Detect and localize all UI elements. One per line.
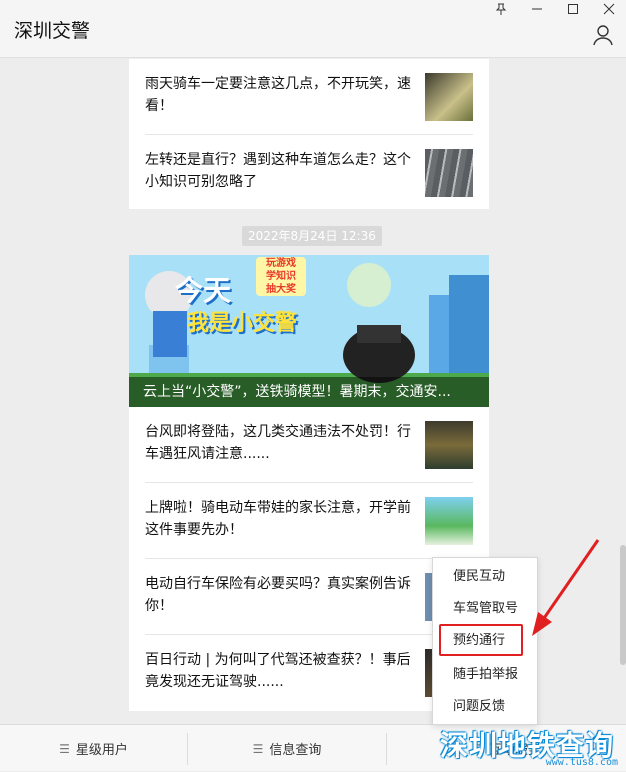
hero-badge-line: 抽大奖 <box>266 284 296 295</box>
article-item[interactable]: 上牌啦！骑电动车带娃的家长注意，开学前这件事要先办！ <box>145 483 473 559</box>
title-bar: 深圳交警 <box>0 0 626 58</box>
pin-icon[interactable] <box>494 2 508 16</box>
article-item[interactable]: 左转还是直行？遇到这种车道怎么走？这个小知识可别忽略了 <box>145 135 473 211</box>
window-controls <box>494 2 616 16</box>
menu-item-convenience[interactable]: 便民互动 <box>433 562 539 592</box>
article-item[interactable]: 电动自行车保险有必要买吗？真实案例告诉你！ <box>145 559 473 635</box>
article-title: 上牌啦！骑电动车带娃的家长注意，开学前这件事要先办！ <box>145 500 411 538</box>
hero-badge-line: 玩游戏 <box>266 258 296 269</box>
close-icon[interactable] <box>602 2 616 16</box>
article-title: 电动自行车保险有必要买吗？真实案例告诉你！ <box>145 576 411 614</box>
menu-icon: ☰ <box>472 741 483 756</box>
article-thumbnail <box>425 73 473 121</box>
article-thumbnail <box>425 497 473 545</box>
scrollbar[interactable] <box>620 545 626 665</box>
timestamp: 2022年8月24日 12:36 <box>242 226 382 246</box>
hero-badge-line: 学知识 <box>266 271 296 282</box>
hero-badge: 玩游戏 学知识 抽大奖 <box>256 257 306 296</box>
hero-headline-line1: 今天 <box>175 274 232 307</box>
hero-headline-line2: 我是小交警 <box>187 311 298 336</box>
article-item[interactable]: 雨天骑车一定要注意这几点，不开玩笑，速看！ <box>145 59 473 135</box>
menu-item-feedback[interactable]: 问题反馈 <box>433 692 539 722</box>
tab-star-user[interactable]: ☰ 星级用户 <box>0 725 187 772</box>
article-title: 百日行动 | 为何叫了代驾还被查获？！事后竟发现还无证驾驶...... <box>145 652 411 690</box>
hero-caption: 云上当“小交警”，送铁骑模型！暑期末，交通安... <box>129 377 489 407</box>
menu-icon: ☰ <box>252 741 264 756</box>
tab-label: 信息查询 <box>269 743 322 758</box>
article-thumbnail <box>425 149 473 197</box>
menu-item-vehicle-queue[interactable]: 车驾管取号 <box>433 594 539 624</box>
article-title: 雨天骑车一定要注意这几点，不开玩笑，速看！ <box>145 76 411 114</box>
highlight-box <box>439 624 523 656</box>
bottom-menu-bar: ☰ 星级用户 ☰ 信息查询 ☰ 互动服务 <box>0 724 626 771</box>
page-title: 深圳交警 <box>14 20 91 42</box>
minimize-icon[interactable] <box>530 2 544 16</box>
article-item[interactable]: 台风即将登陆，这几类交通违法不处罚！行车遇狂风请注意...... <box>145 407 473 483</box>
menu-icon: ☰ <box>59 741 70 756</box>
tab-label: 星级用户 <box>75 743 128 758</box>
menu-item-photo-report[interactable]: 随手拍举报 <box>433 660 539 690</box>
article-title: 左转还是直行？遇到这种车道怎么走？这个小知识可别忽略了 <box>145 152 411 190</box>
user-profile-icon[interactable] <box>592 24 614 46</box>
tab-info-query[interactable]: ☰ 信息查询 <box>188 725 386 772</box>
article-thumbnail <box>425 421 473 469</box>
hero-banner[interactable]: 玩游戏 学知识 抽大奖 今天 我是小交警 云上当“小交警”，送铁骑模型！暑期末，… <box>129 255 489 407</box>
tab-label: 互动服务 <box>488 743 541 758</box>
article-title: 台风即将登陆，这几类交通违法不处罚！行车遇狂风请注意...... <box>145 424 411 462</box>
maximize-icon[interactable] <box>566 2 580 16</box>
article-card: 雨天骑车一定要注意这几点，不开玩笑，速看！ 左转还是直行？遇到这种车道怎么走？这… <box>129 59 489 209</box>
tab-interactive-service[interactable]: ☰ 互动服务 <box>387 725 626 772</box>
article-item[interactable]: 百日行动 | 为何叫了代驾还被查获？！事后竟发现还无证驾驶...... <box>145 635 473 711</box>
